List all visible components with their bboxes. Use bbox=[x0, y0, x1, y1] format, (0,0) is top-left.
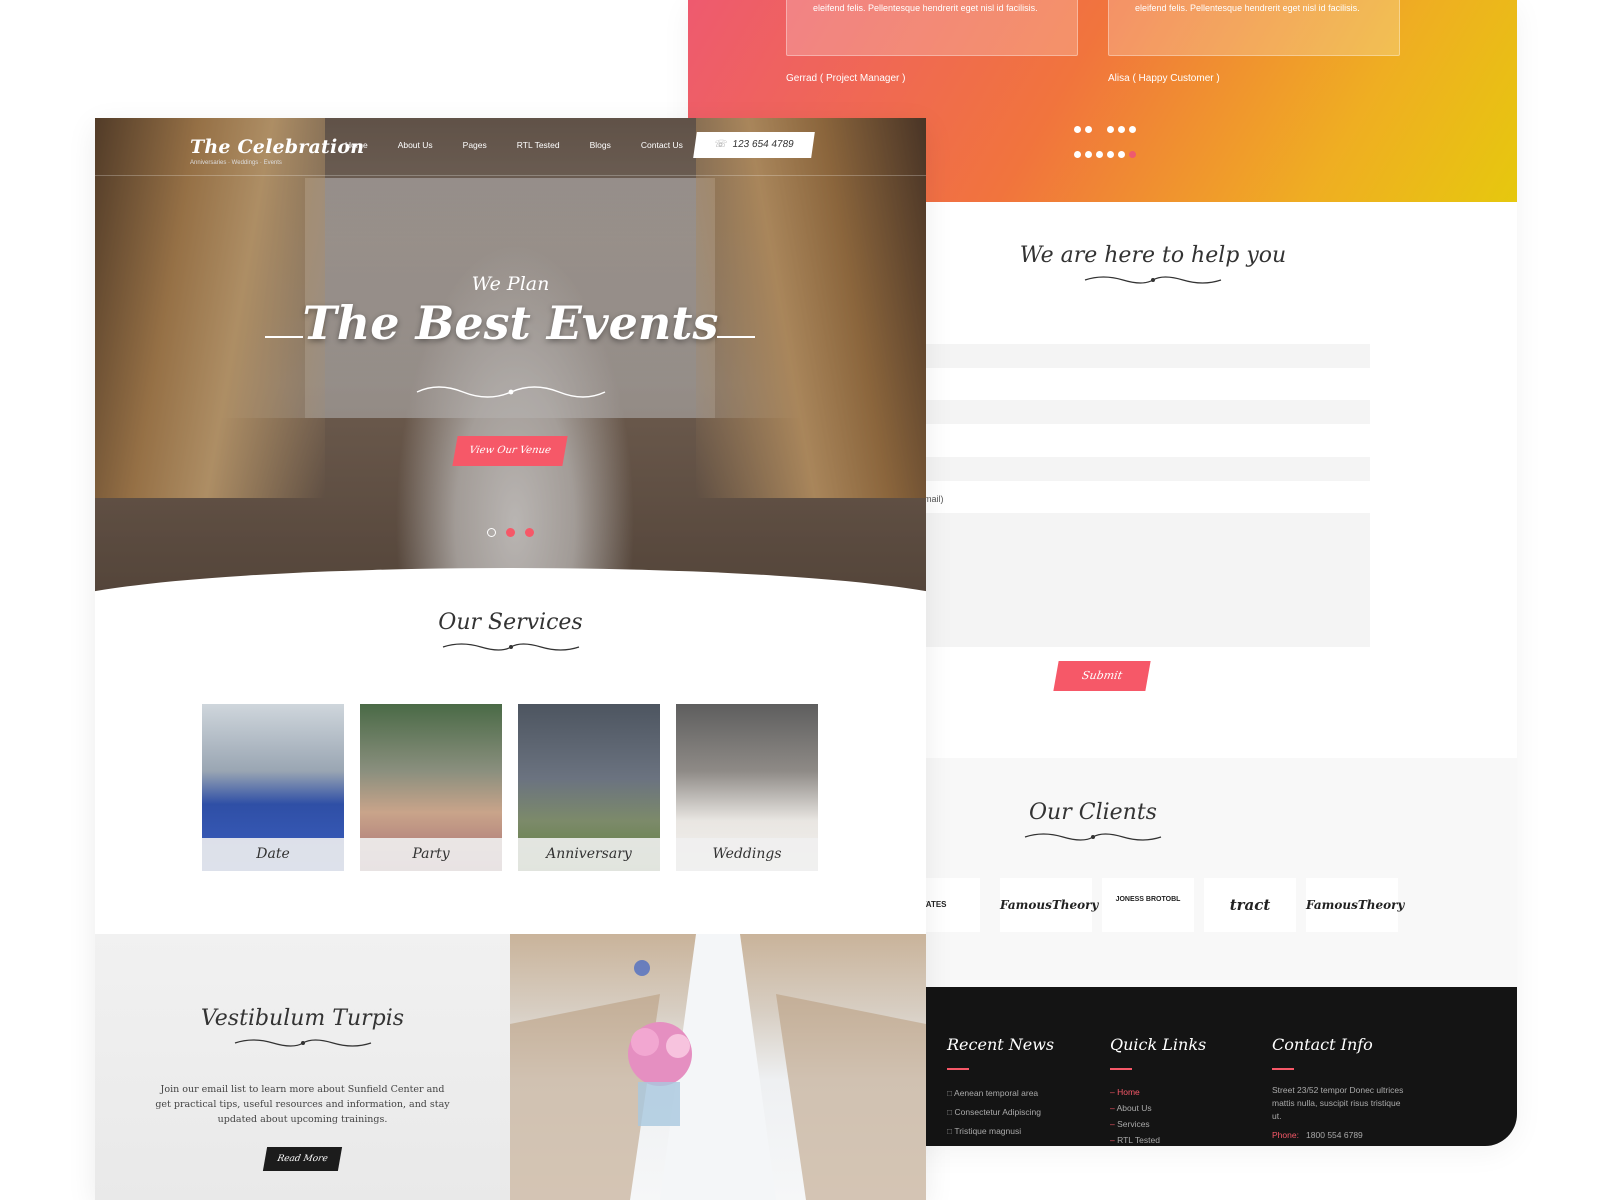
services-heading: Our Services bbox=[335, 610, 686, 653]
service-caption: Weddings bbox=[676, 838, 818, 871]
pager-dot[interactable] bbox=[1118, 151, 1125, 158]
testimonial-card-2: eleifend felis. Pellentesque hendrerit e… bbox=[1108, 0, 1400, 56]
service-card-weddings[interactable]: Weddings bbox=[676, 704, 818, 871]
phone-button[interactable]: ☏ 123 654 4789 bbox=[693, 132, 815, 158]
testimonial-author: Alisa ( Happy Customer ) bbox=[1108, 73, 1220, 84]
news-link[interactable]: Tristique magnusi bbox=[947, 1122, 1054, 1141]
client-logo[interactable]: FamousTheory bbox=[1306, 878, 1404, 932]
name-input[interactable] bbox=[924, 344, 1370, 368]
ornament-divider-icon bbox=[416, 386, 606, 398]
service-caption: Date bbox=[202, 838, 344, 871]
contact-heading: We are here to help you bbox=[918, 243, 1388, 286]
slider-dot[interactable] bbox=[525, 528, 534, 537]
news-link[interactable]: Aenean temporal area bbox=[947, 1084, 1054, 1103]
pager-dot[interactable] bbox=[1118, 126, 1125, 133]
ornament-divider-icon bbox=[1084, 276, 1222, 284]
testimonial-pager[interactable] bbox=[1074, 151, 1136, 158]
footer-heading: Quick Links bbox=[1110, 1035, 1207, 1054]
read-more-button[interactable]: Read More bbox=[262, 1147, 343, 1171]
pager-dot[interactable] bbox=[1096, 151, 1103, 158]
phone-icon: ☏ bbox=[713, 139, 728, 150]
main-nav: Home About Us Pages RTL Tested Blogs Con… bbox=[345, 140, 683, 150]
quick-link-home[interactable]: Home bbox=[1110, 1084, 1206, 1100]
main-page-preview: The Celebration Anniversaries · Weddings… bbox=[95, 118, 926, 1200]
news-link[interactable]: Consectetur Adipiscing bbox=[947, 1103, 1054, 1122]
nav-home[interactable]: Home bbox=[345, 140, 368, 150]
ornament-divider-icon bbox=[234, 1039, 371, 1047]
pager-gap bbox=[1096, 126, 1103, 133]
banquet-table-illustration bbox=[510, 934, 926, 1200]
message-textarea[interactable] bbox=[924, 513, 1370, 647]
brand-tagline: Anniversaries · Weddings · Events bbox=[190, 160, 282, 166]
promo-text: Join our email list to learn more about … bbox=[155, 1084, 450, 1125]
footer-heading: Recent News bbox=[947, 1035, 1055, 1054]
quick-link-services[interactable]: Services bbox=[1110, 1116, 1206, 1132]
service-caption: Party bbox=[360, 838, 502, 871]
email-input[interactable] bbox=[924, 400, 1370, 424]
banquet-table-image bbox=[510, 934, 926, 1200]
nav-contact[interactable]: Contact Us bbox=[641, 140, 683, 150]
pager-dot[interactable] bbox=[1107, 126, 1114, 133]
contact-phone: Phone: 1800 554 6789 bbox=[1272, 1130, 1363, 1140]
newsletter-promo: Vestibulum Turpis Join our email list to… bbox=[95, 934, 510, 1200]
footer-heading: Contact Info bbox=[1272, 1035, 1373, 1054]
hero-dash-right bbox=[717, 336, 755, 338]
nav-rtl[interactable]: RTL Tested bbox=[517, 140, 560, 150]
ornament-divider-icon bbox=[442, 643, 579, 651]
pager-dot-active[interactable] bbox=[1129, 151, 1136, 158]
subject-input[interactable] bbox=[924, 457, 1370, 481]
pager-dot[interactable] bbox=[1074, 126, 1081, 133]
brand-name: The Celebration bbox=[190, 136, 365, 158]
contact-address: Street 23/52 tempor Donec ultrices matti… bbox=[1272, 1085, 1404, 1121]
pager-dot[interactable] bbox=[1129, 126, 1136, 133]
service-caption: Anniversary bbox=[518, 838, 660, 871]
service-card-anniversary[interactable]: Anniversary bbox=[518, 704, 660, 871]
testimonial-pager-top[interactable] bbox=[1074, 126, 1136, 133]
testimonial-author: Gerrad ( Project Manager ) bbox=[786, 73, 906, 84]
ornament-divider-icon bbox=[1024, 833, 1162, 841]
view-venue-button[interactable]: View Our Venue bbox=[452, 436, 568, 466]
submit-button[interactable]: Submit bbox=[1053, 661, 1151, 691]
heading-underline bbox=[947, 1068, 969, 1070]
heading-underline bbox=[1272, 1068, 1294, 1070]
hero-headline: The Best Events bbox=[302, 296, 719, 350]
client-logo[interactable]: JONESS BROTOBL bbox=[1102, 878, 1194, 932]
client-logo[interactable]: FamousTheory bbox=[1000, 878, 1098, 932]
nav-about[interactable]: About Us bbox=[398, 140, 433, 150]
pager-dot[interactable] bbox=[1074, 151, 1081, 158]
pager-dot[interactable] bbox=[1085, 151, 1092, 158]
phone-number: 123 654 4789 bbox=[731, 139, 795, 150]
service-card-date[interactable]: Date bbox=[202, 704, 344, 871]
testimonial-card-1: eleifend felis. Pellentesque hendrerit e… bbox=[786, 0, 1078, 56]
client-logo[interactable]: tract bbox=[1204, 878, 1296, 932]
footer-recent-news: Recent News Aenean temporal area Consect… bbox=[947, 1035, 1054, 1141]
message-label: mail) bbox=[924, 494, 944, 504]
footer-quick-links: Quick Links Home About Us Services RTL T… bbox=[1110, 1035, 1206, 1146]
quick-link-about[interactable]: About Us bbox=[1110, 1100, 1206, 1116]
quick-link-rtl[interactable]: RTL Tested bbox=[1110, 1132, 1206, 1146]
service-card-party[interactable]: Party bbox=[360, 704, 502, 871]
heading-underline bbox=[1110, 1068, 1132, 1070]
hero-kicker: We Plan bbox=[471, 273, 550, 295]
nav-pages[interactable]: Pages bbox=[463, 140, 487, 150]
clients-heading: Our Clients bbox=[918, 800, 1268, 843]
site-logo[interactable]: The Celebration Anniversaries · Weddings… bbox=[190, 136, 364, 166]
pager-dot[interactable] bbox=[1107, 151, 1114, 158]
slider-dot[interactable] bbox=[487, 528, 496, 537]
nav-divider bbox=[95, 175, 926, 176]
promo-heading: Vestibulum Turpis bbox=[95, 1006, 510, 1049]
nav-blogs[interactable]: Blogs bbox=[590, 140, 611, 150]
hero-banner: The Celebration Anniversaries · Weddings… bbox=[95, 118, 926, 708]
pager-dot[interactable] bbox=[1085, 126, 1092, 133]
slider-dot-active[interactable] bbox=[506, 528, 515, 537]
footer-contact-info: Contact Info Street 23/52 tempor Donec u… bbox=[1272, 1035, 1412, 1142]
